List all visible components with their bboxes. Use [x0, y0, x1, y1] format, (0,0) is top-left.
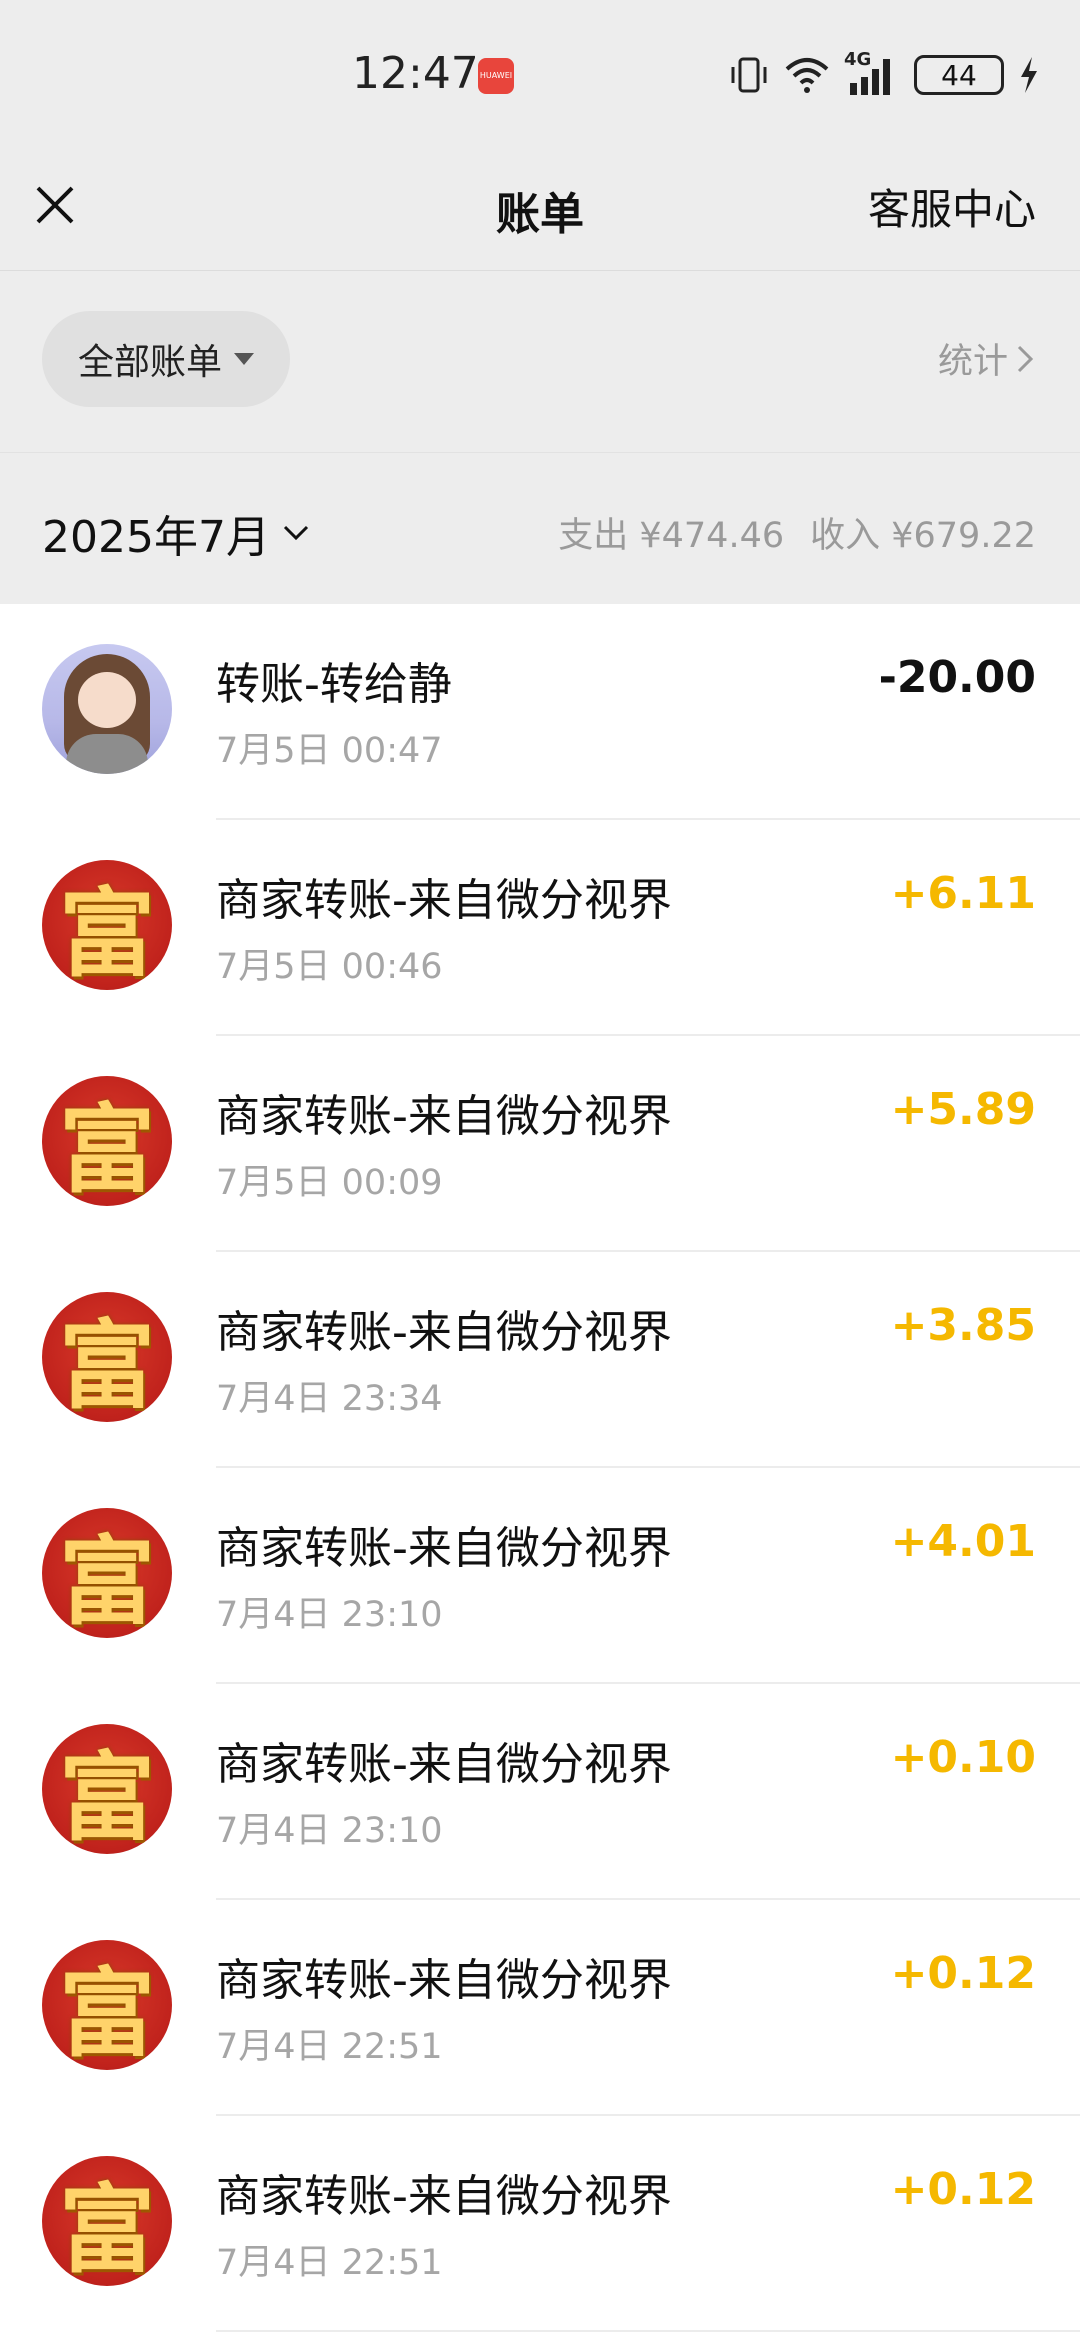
transaction-date: 7月4日 22:51: [216, 2027, 443, 2067]
row-divider: [216, 2330, 1080, 2332]
vibrate-icon: [731, 57, 767, 93]
transaction-title: 商家转账-来自微分视界: [216, 1523, 672, 1574]
girl-body: [66, 734, 148, 774]
nav-bar: 账单 客服中心: [0, 140, 1080, 271]
month-summary-bar: 2025年7月 支出 ¥474.46 收入 ¥679.22: [0, 452, 1080, 605]
transaction-title: 商家转账-来自微分视界: [216, 1739, 672, 1790]
status-time: 12:47: [352, 48, 479, 99]
battery-level: 44: [941, 58, 977, 92]
transaction-list: 转账-转给静 7月5日 00:47 -20.00 富商家转账-来自微分视界 7月5日 0…: [0, 604, 1080, 2340]
month-totals: 支出 ¥474.46 收入 ¥679.22: [558, 507, 1036, 558]
merchant-avatar: 富: [42, 1724, 172, 1854]
fu-glyph: 富: [59, 1740, 155, 1854]
transaction-amount: +3.85: [890, 1300, 1036, 1351]
chevron-right-icon: [1017, 345, 1034, 372]
transaction-title: 商家转账-来自微分视界: [216, 875, 672, 926]
bill-filter-label: 全部账单: [77, 342, 222, 383]
transaction-amount: +6.11: [890, 868, 1036, 919]
filter-bar: 全部账单 统计: [0, 271, 1080, 451]
month-picker[interactable]: 2025年7月: [42, 501, 310, 565]
battery-icon: 44: [914, 55, 1004, 95]
transaction-date: 7月4日 23:10: [216, 1595, 443, 1635]
transaction-amount: +0.10: [890, 1732, 1036, 1783]
cellular-signal-icon: 4G: [844, 49, 900, 97]
income-total: 收入 ¥679.22: [810, 516, 1036, 556]
transaction-row[interactable]: 富 商家转账-来自微分视界 7月5日 00:09 +5.89: [0, 1036, 1080, 1252]
transaction-date: 7月4日 23:10: [216, 1811, 443, 1851]
status-icons: 4G 44: [728, 49, 1040, 100]
fu-glyph: 富: [59, 1524, 155, 1638]
transaction-date: 7月4日 23:34: [216, 1379, 443, 1419]
customer-service-link[interactable]: 客服中心: [868, 176, 1036, 237]
merchant-avatar: 富: [42, 1940, 172, 2070]
transaction-date: 7月5日 00:47: [216, 731, 443, 771]
transaction-title: 商家转账-来自微分视界: [216, 1091, 672, 1142]
transaction-title: 商家转账-来自微分视界: [216, 2171, 672, 2222]
fu-glyph: 富: [59, 1956, 155, 2070]
merchant-avatar: 富: [42, 1292, 172, 1422]
transaction-date: 7月5日 00:09: [216, 1163, 443, 1203]
transaction-amount: +0.12: [890, 2164, 1036, 2215]
transaction-title: 商家转账-来自微分视界: [216, 1955, 672, 2006]
merchant-avatar: 富: [42, 1508, 172, 1638]
girl-face: [78, 672, 136, 728]
chevron-down-icon: [283, 525, 309, 541]
bill-filter-dropdown[interactable]: 全部账单: [42, 311, 290, 407]
transaction-row[interactable]: 富 商家转账-来自微分视界 7月4日 23:10 +0.10: [0, 1684, 1080, 1900]
merchant-avatar: 富: [42, 860, 172, 990]
transaction-date: 7月4日 22:51: [216, 2243, 443, 2283]
merchant-avatar: 富: [42, 1076, 172, 1206]
caret-down-icon: [234, 353, 254, 365]
contact-avatar: [42, 644, 172, 774]
statistics-label: 统计: [937, 342, 1008, 382]
transaction-row[interactable]: 富 商家转账-来自微分视界 7月5日 00:46 +6.11: [0, 820, 1080, 1036]
fu-glyph: 富: [59, 876, 155, 990]
wifi-icon: [785, 58, 829, 93]
transaction-amount: -20.00: [878, 652, 1036, 703]
transaction-date: 7月5日 00:46: [216, 947, 443, 987]
huawei-app-icon: HUAWEI: [478, 58, 514, 94]
transaction-row[interactable]: 富 商家转账-来自微分视界 7月4日 23:10 +4.01: [0, 1468, 1080, 1684]
status-bar: 12:47 HUAWEI 4G 44: [0, 0, 1080, 140]
fu-glyph: 富: [59, 2172, 155, 2286]
transaction-amount: +0.12: [890, 1948, 1036, 1999]
transaction-amount: +5.89: [890, 1084, 1036, 1135]
transaction-row[interactable]: 转账-转给静 7月5日 00:47 -20.00: [0, 604, 1080, 820]
transaction-row[interactable]: 富 商家转账-来自微分视界 7月4日 23:34 +3.85: [0, 1252, 1080, 1468]
fu-glyph: 富: [59, 1092, 155, 1206]
month-label: 2025年7月: [42, 512, 270, 563]
transaction-title: 商家转账-来自微分视界: [216, 1307, 672, 1358]
statistics-link[interactable]: 统计: [938, 333, 1034, 384]
expense-total: 支出 ¥474.46: [558, 516, 785, 556]
charging-icon: [1021, 57, 1037, 93]
fu-glyph: 富: [59, 1308, 155, 1422]
transaction-row[interactable]: 富 商家转账-来自微分视界 7月4日 22:51 +0.12: [0, 1900, 1080, 2116]
merchant-avatar: 富: [42, 2156, 172, 2286]
transaction-amount: +4.01: [890, 1516, 1036, 1567]
transaction-title: 转账-转给静: [216, 659, 452, 710]
transaction-row[interactable]: 富 商家转账-来自微分视界 7月4日 22:51 +0.12: [0, 2116, 1080, 2332]
